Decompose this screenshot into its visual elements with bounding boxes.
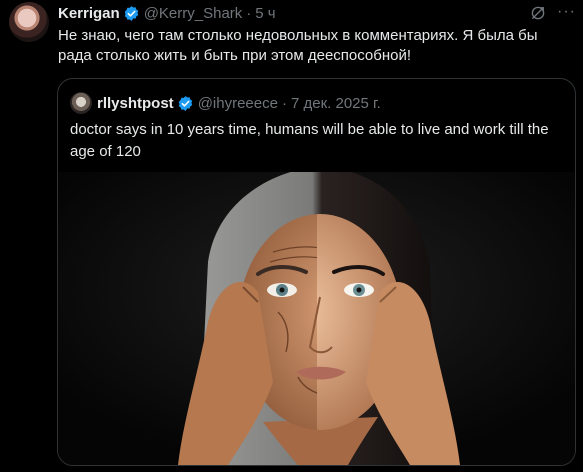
grok-icon[interactable] xyxy=(529,4,547,22)
face-aging-photo[interactable] xyxy=(58,172,575,465)
quoted-header: rllyshtpost @ihyreeece · 7 дек. 2025 г. xyxy=(70,92,381,114)
face-aging-photo-svg xyxy=(58,172,575,465)
quoted-text: doctor says in 10 years time, humans wil… xyxy=(70,121,549,160)
quoted-separator: · xyxy=(281,94,287,112)
author-handle[interactable]: @Kerry_Shark xyxy=(144,5,243,22)
tweet-header: Kerrigan @Kerry_Shark · 5 ч xyxy=(58,3,276,23)
tweet: Kerrigan @Kerry_Shark · 5 ч ··· Не знаю,… xyxy=(0,0,583,472)
author-name[interactable]: Kerrigan xyxy=(58,5,120,22)
more-icon[interactable]: ··· xyxy=(557,3,576,21)
quoted-avatar[interactable] xyxy=(70,92,92,114)
quoted-author-handle[interactable]: @ihyreeece xyxy=(198,95,278,112)
quoted-tweet[interactable]: rllyshtpost @ihyreeece · 7 дек. 2025 г. … xyxy=(57,78,576,466)
quoted-verified-badge-icon xyxy=(177,95,194,112)
quoted-timestamp[interactable]: 7 дек. 2025 г. xyxy=(291,95,381,112)
timestamp[interactable]: 5 ч xyxy=(255,5,275,22)
quoted-author-name[interactable]: rllyshtpost xyxy=(97,95,174,112)
verified-badge-icon xyxy=(123,5,140,22)
tweet-text: Не знаю, чего там столько недовольных в … xyxy=(58,27,538,64)
avatar[interactable] xyxy=(9,2,49,42)
separator: · xyxy=(246,4,252,22)
